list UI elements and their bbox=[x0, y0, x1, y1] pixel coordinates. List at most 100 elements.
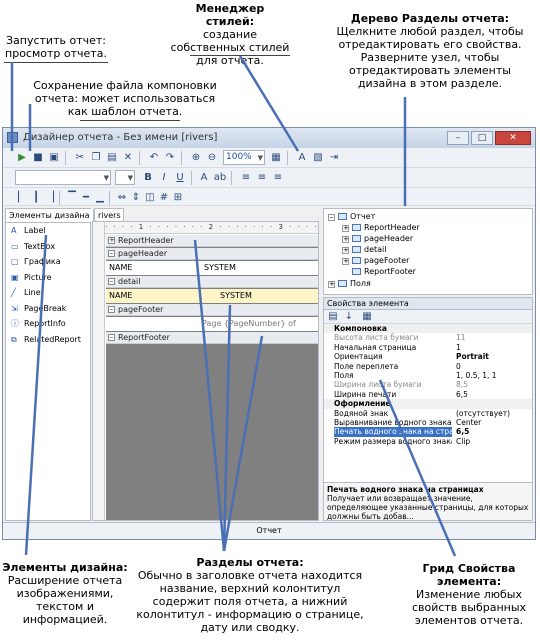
property-value[interactable]: 0 bbox=[456, 362, 461, 371]
property-row[interactable]: Поля 1, 0.5, 1, 1 bbox=[324, 371, 532, 380]
property-row[interactable]: Водяной знак (отсутствует) bbox=[324, 409, 532, 418]
align-centers-icon[interactable]: ┃ bbox=[29, 191, 43, 205]
align-tops-icon[interactable]: ▔ bbox=[65, 191, 79, 205]
zoom-select[interactable]: 100% ▼ bbox=[223, 150, 265, 165]
property-value[interactable]: Clip bbox=[456, 437, 470, 446]
expand-icon[interactable]: + bbox=[342, 258, 349, 265]
expand-icon[interactable]: + bbox=[328, 281, 335, 288]
property-value[interactable]: (отсутствует) bbox=[456, 409, 510, 418]
undo-icon[interactable]: ↶ bbox=[147, 151, 161, 165]
style-manager-icon[interactable]: A bbox=[295, 151, 309, 165]
align-rights-icon[interactable]: ▕ bbox=[43, 191, 57, 205]
toolbox-item[interactable]: ▣ Picture bbox=[6, 270, 90, 286]
tree-item-fields[interactable]: + Поля bbox=[328, 279, 371, 289]
property-value[interactable]: 11 bbox=[456, 333, 466, 342]
property-row[interactable]: Печать водного знака на страницах 6,5 bbox=[324, 427, 532, 437]
page-setup-icon[interactable]: ▦ bbox=[269, 151, 283, 165]
expand-icon[interactable]: + bbox=[108, 237, 115, 244]
expand-icon[interactable]: + bbox=[342, 247, 349, 254]
align-lefts-icon[interactable]: ▏ bbox=[15, 191, 29, 205]
close-button[interactable]: ✕ bbox=[495, 131, 531, 145]
toolbox-item[interactable]: ⧉ RelatedReport bbox=[6, 332, 90, 348]
toolbox-item[interactable]: ⓘ ReportInfo bbox=[6, 316, 90, 332]
zoom-out-icon[interactable]: ⊖ bbox=[205, 151, 219, 165]
property-category[interactable]: Оформление bbox=[324, 399, 532, 409]
toolbox-item[interactable]: A Label bbox=[6, 223, 90, 239]
export-icon[interactable]: ⇥ bbox=[327, 151, 341, 165]
align-bottoms-icon[interactable]: ▁ bbox=[93, 191, 107, 205]
property-row[interactable]: Режим размера водного знака Clip bbox=[324, 437, 532, 446]
save-as-icon[interactable]: ▣ bbox=[47, 151, 61, 165]
font-color-icon[interactable]: A bbox=[197, 171, 211, 185]
property-value[interactable]: 1 bbox=[456, 343, 461, 352]
alphabetical-icon[interactable]: ↓ bbox=[342, 310, 356, 324]
property-row[interactable]: Выравнивание водного знака Center bbox=[324, 418, 532, 427]
collapse-icon[interactable]: – bbox=[108, 334, 115, 341]
property-row[interactable]: Начальная страница 1 bbox=[324, 343, 532, 352]
expand-icon[interactable]: + bbox=[342, 225, 349, 232]
font-name-select[interactable]: ▼ bbox=[15, 170, 111, 185]
tree-item-page-footer[interactable]: + pageFooter bbox=[342, 256, 409, 266]
property-pages-icon[interactable]: ▦ bbox=[360, 310, 374, 324]
band-report-header[interactable]: + ReportHeader bbox=[106, 235, 318, 247]
run-report-icon[interactable]: ▶ bbox=[15, 151, 29, 165]
tree-item-detail[interactable]: + detail bbox=[342, 245, 386, 255]
align-right-icon[interactable]: ≡ bbox=[271, 171, 285, 185]
categorized-icon[interactable]: ▤ bbox=[326, 310, 340, 324]
property-row[interactable]: Поле переплета 0 bbox=[324, 362, 532, 371]
toolbox-item[interactable]: ▭ TextBox bbox=[6, 239, 90, 255]
paste-icon[interactable]: ▤ bbox=[105, 151, 119, 165]
property-value[interactable]: 6,5 bbox=[456, 390, 468, 399]
band-page-footer[interactable]: – pageFooter bbox=[106, 304, 318, 316]
maximize-button[interactable]: □ bbox=[471, 131, 493, 145]
property-value[interactable]: 1, 0.5, 1, 1 bbox=[456, 371, 497, 380]
same-width-icon[interactable]: ⇔ bbox=[115, 191, 129, 205]
spellcheck-icon[interactable]: ab bbox=[213, 171, 227, 185]
property-value[interactable]: Center bbox=[456, 418, 481, 427]
grid-icon[interactable]: # bbox=[157, 191, 171, 205]
minimize-button[interactable]: – bbox=[447, 131, 469, 145]
collapse-icon[interactable]: – bbox=[328, 214, 335, 221]
property-value[interactable]: Portrait bbox=[456, 352, 489, 361]
align-center-icon[interactable]: ≡ bbox=[255, 171, 269, 185]
cut-icon[interactable]: ✂ bbox=[73, 151, 87, 165]
field-name-label[interactable]: NAME bbox=[109, 262, 132, 273]
report-properties-icon[interactable]: ▧ bbox=[311, 151, 325, 165]
tree-item-report-header[interactable]: + ReportHeader bbox=[342, 223, 420, 233]
tab-rivers[interactable]: rivers bbox=[94, 208, 124, 222]
align-left-icon[interactable]: ≡ bbox=[239, 171, 253, 185]
property-category[interactable]: Компоновка bbox=[324, 324, 532, 334]
property-row[interactable]: Высота листа бумаги 11 bbox=[324, 333, 532, 342]
collapse-icon[interactable]: – bbox=[108, 306, 115, 313]
collapse-icon[interactable]: – bbox=[108, 250, 115, 257]
toolbox-item[interactable]: ▢ Графика bbox=[6, 254, 90, 270]
field-name[interactable]: NAME bbox=[109, 290, 132, 301]
property-row[interactable]: Ширина листа бумаги 8,5 bbox=[324, 380, 532, 389]
property-value[interactable]: 8,5 bbox=[456, 380, 468, 389]
band-page-header[interactable]: – pageHeader bbox=[106, 248, 318, 260]
tree-item-page-header[interactable]: + pageHeader bbox=[342, 234, 413, 244]
property-row[interactable]: Ширина печати 6,5 bbox=[324, 390, 532, 399]
tree-root-report[interactable]: – Отчет bbox=[328, 212, 375, 222]
expand-icon[interactable]: + bbox=[342, 236, 349, 243]
bold-icon[interactable]: B bbox=[141, 171, 155, 185]
toolbox-item[interactable]: ⇲ PageBreak bbox=[6, 301, 90, 317]
italic-icon[interactable]: I bbox=[157, 171, 171, 185]
underline-icon[interactable]: U bbox=[173, 171, 187, 185]
align-middles-icon[interactable]: ━ bbox=[79, 191, 93, 205]
field-system-label[interactable]: SYSTEM bbox=[204, 262, 236, 273]
band-report-footer[interactable]: – ReportFooter bbox=[106, 332, 318, 344]
field-system[interactable]: SYSTEM bbox=[220, 290, 252, 301]
copy-icon[interactable]: ❐ bbox=[89, 151, 103, 165]
property-row[interactable]: Ориентация Portrait bbox=[324, 352, 532, 361]
same-height-icon[interactable]: ⇕ bbox=[129, 191, 143, 205]
redo-icon[interactable]: ↷ bbox=[163, 151, 177, 165]
snap-icon[interactable]: ⊞ bbox=[171, 191, 185, 205]
band-detail[interactable]: – detail bbox=[106, 276, 318, 288]
tab-design-elements[interactable]: Элементы дизайна bbox=[6, 209, 94, 222]
save-icon[interactable]: ■ bbox=[31, 151, 45, 165]
property-value[interactable]: 6,5 bbox=[456, 427, 469, 436]
collapse-icon[interactable]: – bbox=[108, 278, 115, 285]
font-size-select[interactable]: ▼ bbox=[115, 170, 135, 185]
toolbox-item[interactable]: ╱ Line bbox=[6, 285, 90, 301]
